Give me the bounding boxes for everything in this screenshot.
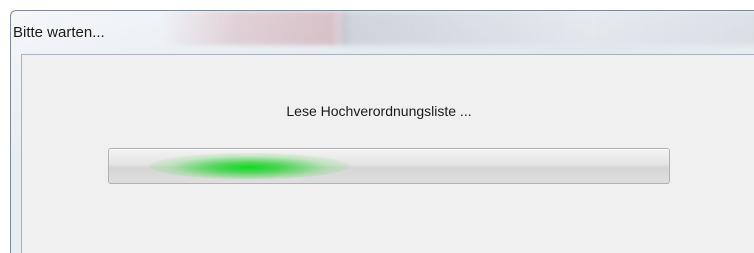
status-message: Lese Hochverordnungsliste ...	[286, 103, 472, 119]
window-title: Bitte warten...	[13, 24, 105, 41]
progress-bar	[108, 148, 670, 184]
dialog-content: Lese Hochverordnungsliste ...	[21, 54, 754, 253]
title-bar[interactable]: Bitte warten...	[11, 11, 754, 53]
title-bar-glass-reflection	[161, 11, 351, 45]
title-bar-glass-shade	[341, 11, 754, 45]
progress-marquee-glow	[149, 153, 349, 179]
wait-dialog-window: Bitte warten... Lese Hochverordnungslist…	[10, 10, 754, 253]
